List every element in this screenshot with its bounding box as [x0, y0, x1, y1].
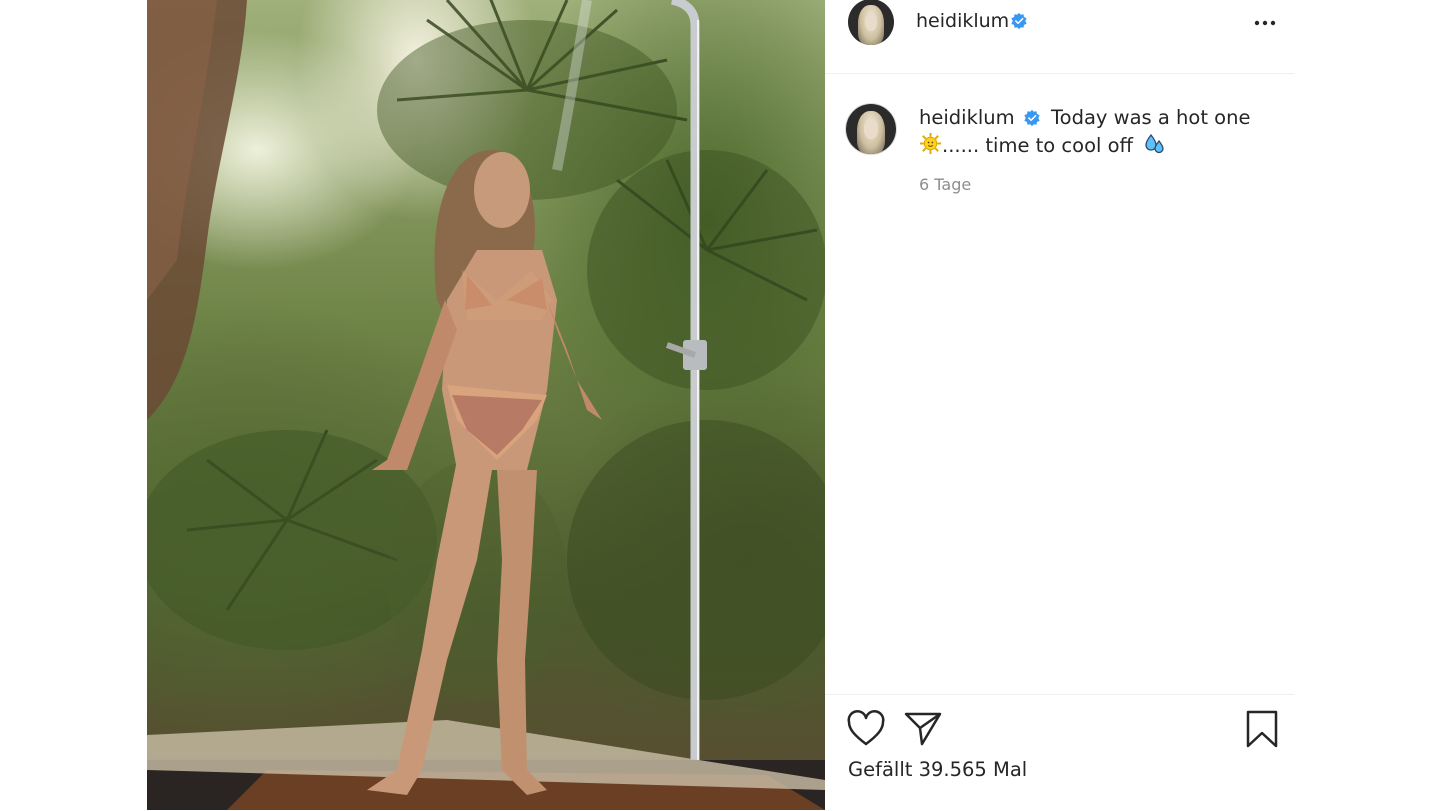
post-caption: heidiklum Today was a hot one ...... tim…: [919, 104, 1279, 159]
post-timestamp[interactable]: 6 Tage: [919, 175, 971, 194]
caption-username[interactable]: heidiklum: [919, 106, 1015, 129]
paper-plane-icon[interactable]: [903, 709, 943, 749]
verified-badge-icon: [1011, 12, 1027, 30]
caption-text-part2: ...... time to cool off: [942, 134, 1133, 157]
avatar-face: [864, 119, 878, 139]
post-header: heidiklum: [825, 0, 1294, 74]
sweat-droplets-emoji-icon: [1145, 133, 1164, 154]
post-actions-bar: Gefällt 39.565 Mal: [825, 694, 1294, 811]
header-username[interactable]: heidiklum: [916, 10, 1009, 32]
post-photo-illustration: [147, 0, 825, 810]
post-details-panel: heidiklum heidiklum Today was a hot one: [825, 0, 1294, 810]
post-photo[interactable]: [147, 0, 825, 810]
more-options-icon[interactable]: [1253, 11, 1277, 35]
sun-emoji-icon: [919, 132, 942, 155]
bookmark-icon[interactable]: [1242, 709, 1282, 749]
header-avatar[interactable]: [848, 0, 894, 45]
caption-text-part1: Today was a hot one: [1051, 106, 1251, 129]
likes-count[interactable]: Gefällt 39.565 Mal: [848, 758, 1027, 781]
caption-avatar[interactable]: [846, 104, 896, 154]
heart-icon[interactable]: [846, 709, 886, 749]
verified-badge-icon: [1024, 109, 1040, 127]
